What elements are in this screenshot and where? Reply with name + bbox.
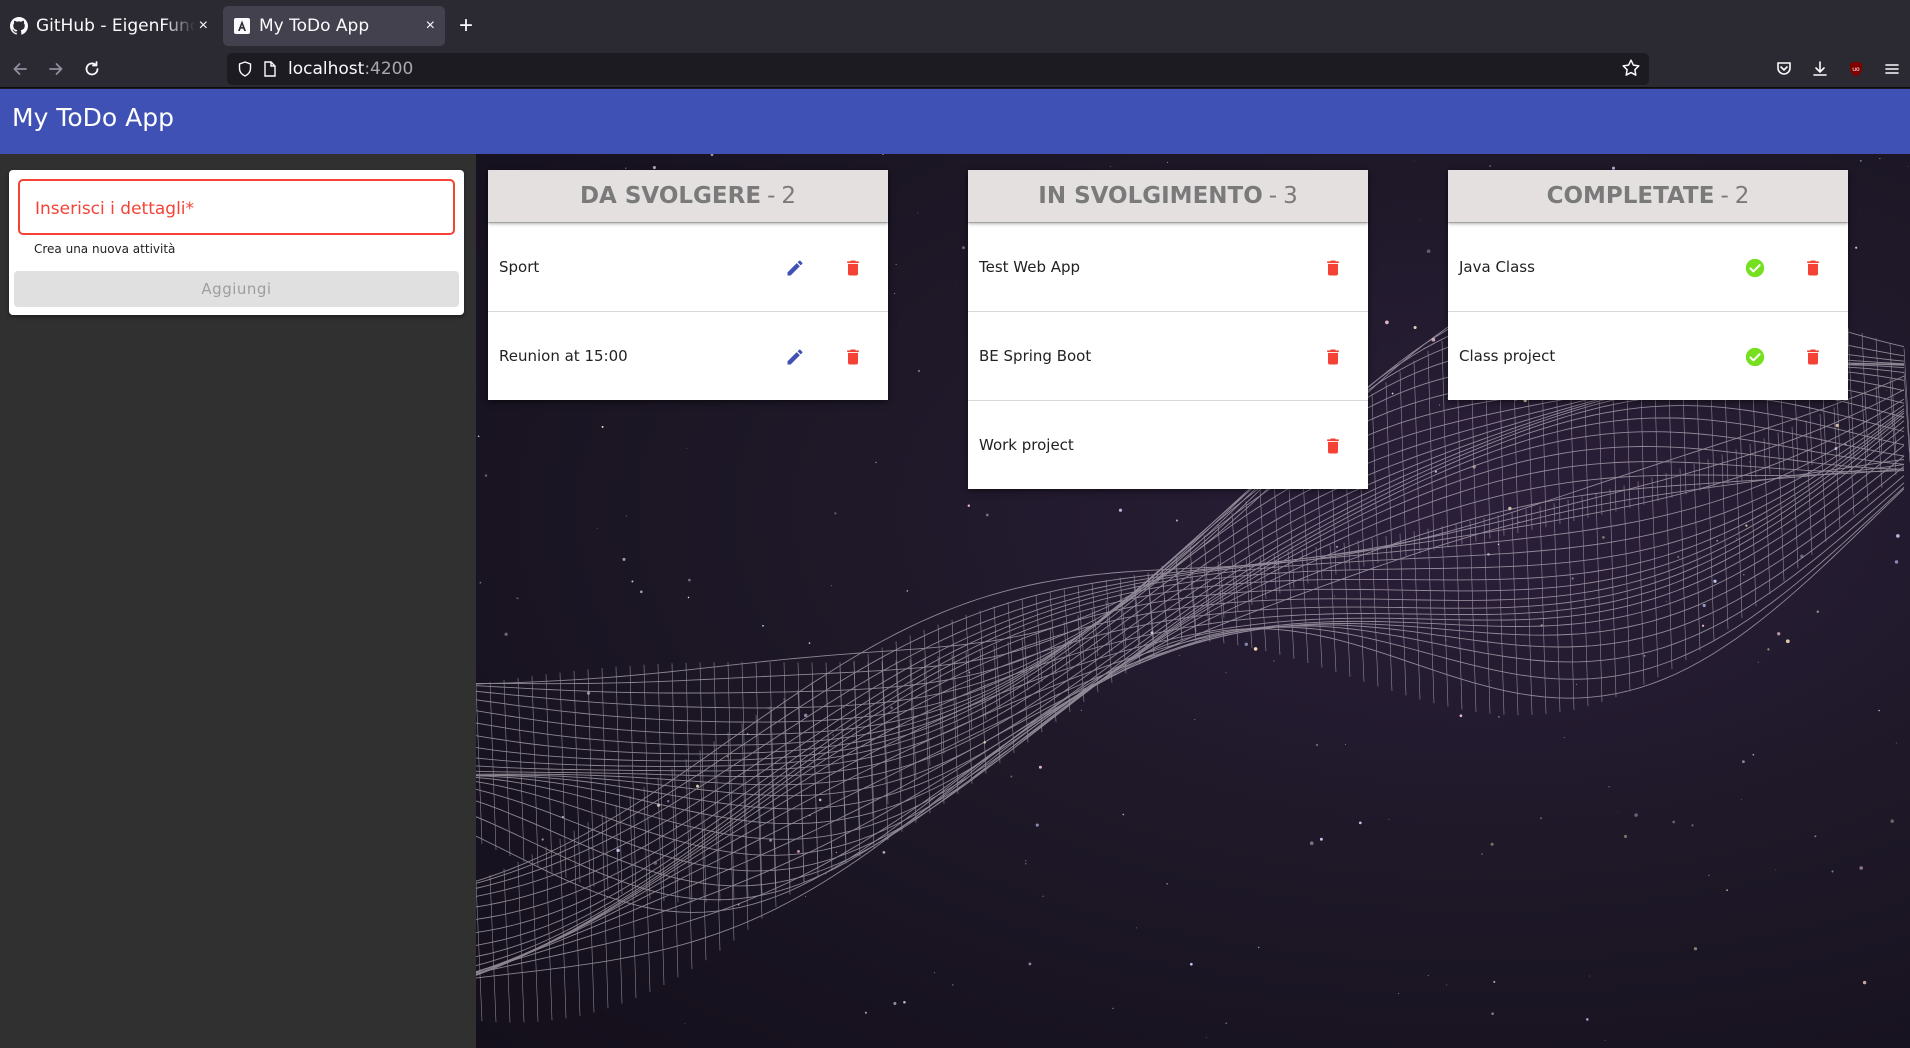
column-title: IN SVOLGIMENTO xyxy=(1038,183,1263,209)
delete-icon[interactable] xyxy=(1322,346,1344,368)
back-arrow-icon[interactable] xyxy=(5,54,35,84)
edit-icon[interactable] xyxy=(784,346,806,368)
url-port: :4200 xyxy=(364,59,414,79)
browser-tab-todo[interactable]: My ToDo App × xyxy=(223,6,445,46)
tab-title: My ToDo App xyxy=(259,16,370,36)
delete-icon[interactable] xyxy=(1322,435,1344,457)
task-label: Java Class xyxy=(1459,258,1535,276)
task-details-input[interactable] xyxy=(20,181,453,233)
github-icon xyxy=(10,17,28,35)
forward-arrow-icon[interactable] xyxy=(41,54,71,84)
close-tab-icon[interactable]: × xyxy=(426,17,435,35)
new-tab-button[interactable]: + xyxy=(452,12,480,40)
check-circle-icon[interactable] xyxy=(1744,257,1766,279)
url-host: localhost xyxy=(288,59,365,79)
close-tab-icon[interactable]: × xyxy=(199,17,208,35)
task-label: BE Spring Boot xyxy=(979,347,1092,365)
browser-nav-bar: localhost:4200 uo xyxy=(0,50,1910,88)
column-header: COMPLETATE - 2 xyxy=(1448,170,1848,222)
column-completate: COMPLETATE - 2 Java Class Class project xyxy=(1448,170,1848,400)
tab-title: GitHub - EigenFunction xyxy=(36,16,195,36)
edit-icon[interactable] xyxy=(784,257,806,279)
task-label: Sport xyxy=(499,258,540,276)
page-icon[interactable] xyxy=(263,61,277,77)
column-count: 2 xyxy=(1734,183,1750,209)
task-item: Java Class xyxy=(1448,222,1848,311)
browser-tab-github[interactable]: GitHub - EigenFunction × xyxy=(0,6,218,46)
new-task-form: Inserisci i dettagli* Crea una nuova att… xyxy=(9,170,464,315)
bookmark-star-icon[interactable] xyxy=(1621,58,1641,83)
delete-icon[interactable] xyxy=(1802,257,1824,279)
column-count: 3 xyxy=(1283,183,1298,209)
sidebar: Inserisci i dettagli* Crea una nuova att… xyxy=(0,154,476,1048)
app-toolbar: My ToDo App xyxy=(0,89,1910,154)
delete-icon[interactable] xyxy=(842,346,864,368)
delete-icon[interactable] xyxy=(1802,346,1824,368)
add-task-button[interactable]: Aggiungi xyxy=(14,271,459,307)
column-separator: - xyxy=(767,183,776,209)
url-bar[interactable]: localhost:4200 xyxy=(227,53,1649,85)
column-in-svolgimento: IN SVOLGIMENTO - 3 Test Web App BE Sprin… xyxy=(968,170,1368,489)
svg-text:uo: uo xyxy=(1852,66,1860,73)
shield-icon[interactable] xyxy=(237,61,253,77)
task-details-hint: Crea una nuova attività xyxy=(34,242,176,256)
download-icon[interactable] xyxy=(1805,54,1835,84)
task-label: Test Web App xyxy=(979,258,1081,276)
task-item: Work project xyxy=(968,400,1368,489)
column-da-svolgere: DA SVOLGERE - 2 Sport Reunion at 15:00 xyxy=(488,170,888,400)
angular-icon xyxy=(233,17,251,35)
menu-icon[interactable] xyxy=(1877,54,1907,84)
delete-icon[interactable] xyxy=(842,257,864,279)
task-board: DA SVOLGERE - 2 Sport Reunion at 15:00 I… xyxy=(476,154,1910,1048)
task-item: Class project xyxy=(1448,311,1848,400)
browser-tab-bar: GitHub - EigenFunction × My ToDo App × + xyxy=(0,0,1910,50)
column-title: COMPLETATE xyxy=(1546,183,1715,209)
task-details-field[interactable]: Inserisci i dettagli* xyxy=(18,179,455,235)
delete-icon[interactable] xyxy=(1322,257,1344,279)
ublock-origin-icon[interactable]: uo xyxy=(1841,54,1871,84)
app-title: My ToDo App xyxy=(12,103,174,132)
column-separator: - xyxy=(1268,183,1278,209)
column-count: 2 xyxy=(781,183,797,209)
column-header: DA SVOLGERE - 2 xyxy=(488,170,888,222)
task-item: BE Spring Boot xyxy=(968,311,1368,400)
check-circle-icon[interactable] xyxy=(1744,346,1766,368)
task-label: Work project xyxy=(979,436,1074,454)
column-title: DA SVOLGERE xyxy=(579,183,762,209)
pocket-icon[interactable] xyxy=(1769,54,1799,84)
task-item: Sport xyxy=(488,222,888,311)
task-item: Test Web App xyxy=(968,222,1368,311)
column-header: IN SVOLGIMENTO - 3 xyxy=(968,170,1368,222)
column-separator: - xyxy=(1720,183,1729,209)
reload-icon[interactable] xyxy=(77,54,107,84)
task-item: Reunion at 15:00 xyxy=(488,311,888,400)
task-label: Class project xyxy=(1459,347,1556,365)
task-label: Reunion at 15:00 xyxy=(499,347,628,365)
